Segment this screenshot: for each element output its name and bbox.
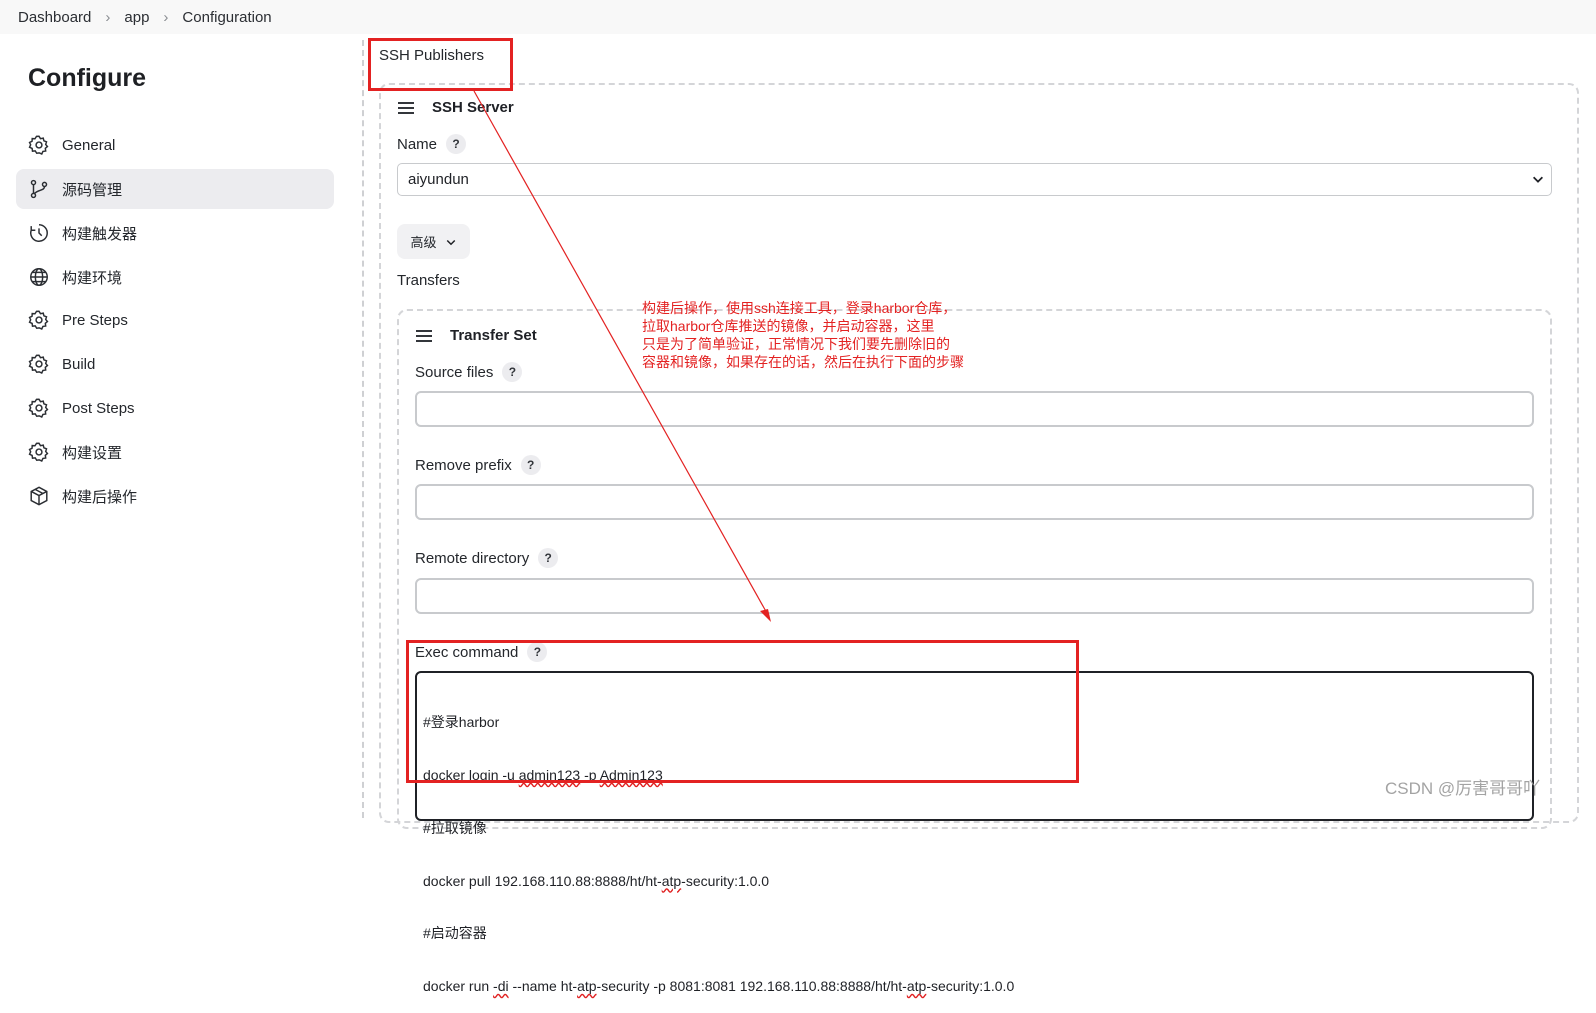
- name-label: Name ?: [397, 134, 467, 154]
- breadcrumb: Dashboard › app › Configuration: [0, 0, 1596, 34]
- remote-directory-input[interactable]: [415, 578, 1534, 614]
- breadcrumb-app[interactable]: app: [124, 9, 149, 26]
- sidebar-item-label: 构建设置: [62, 444, 123, 462]
- sidebar-item-label: Post Steps: [62, 399, 135, 417]
- breadcrumb-dashboard[interactable]: Dashboard: [18, 9, 91, 26]
- help-icon[interactable]: ?: [446, 134, 467, 154]
- sidebar-item-label: 构建环境: [62, 269, 123, 287]
- name-select[interactable]: aiyundun: [397, 163, 1552, 196]
- help-icon[interactable]: ?: [520, 455, 541, 475]
- remote-directory-label: Remote directory ?: [415, 548, 559, 568]
- gear-icon: [28, 397, 50, 419]
- chevron-right-icon: ›: [163, 8, 169, 26]
- source-files-input[interactable]: [415, 391, 1534, 427]
- package-icon: [28, 485, 50, 507]
- sidebar-item-label: 源码管理: [62, 181, 123, 199]
- transfers-label: Transfers: [397, 272, 460, 289]
- sidebar-item-scm[interactable]: 源码管理: [16, 169, 334, 209]
- section-divider: [362, 40, 364, 818]
- ssh-server-title: SSH Server: [432, 99, 514, 116]
- drag-handle-icon[interactable]: [416, 330, 432, 342]
- exec-command-line: #启动容器: [423, 925, 487, 942]
- gear-icon: [28, 441, 50, 463]
- sidebar-item-build-triggers[interactable]: 构建触发器: [16, 213, 334, 253]
- annotation-box-ssh-publishers: [368, 38, 513, 91]
- drag-handle-icon[interactable]: [398, 102, 414, 114]
- sidebar-item-build-settings[interactable]: 构建设置: [16, 432, 334, 472]
- spellcheck-mark: atp: [906, 978, 927, 995]
- sidebar-item-label: Build: [62, 355, 96, 373]
- sidebar-item-label: Pre Steps: [62, 311, 128, 329]
- gear-icon: [28, 309, 50, 331]
- help-icon[interactable]: ?: [538, 548, 559, 568]
- watermark: CSDN @厉害哥哥吖: [1385, 779, 1541, 798]
- remove-prefix-label: Remove prefix ?: [415, 455, 541, 475]
- globe-icon: [28, 266, 50, 288]
- git-branch-icon: [28, 178, 50, 200]
- annotation-box-exec-command: [406, 640, 1079, 783]
- help-icon[interactable]: ?: [502, 362, 523, 382]
- gear-icon: [28, 134, 50, 156]
- sidebar-item-label: 构建后操作: [62, 488, 138, 506]
- sidebar-item-build-environment[interactable]: 构建环境: [16, 257, 334, 297]
- chevron-down-icon: [1533, 176, 1543, 183]
- sidebar-title: Configure: [28, 64, 147, 92]
- sidebar-item-build[interactable]: Build: [16, 344, 334, 384]
- sidebar-item-pre-steps[interactable]: Pre Steps: [16, 300, 334, 340]
- remove-prefix-input[interactable]: [415, 484, 1534, 520]
- sidebar-item-label: 构建触发器: [62, 225, 138, 243]
- annotation-note: 构建后操作，使用ssh连接工具，登录harbor仓库， 拉取harbor仓库推送…: [642, 300, 964, 370]
- chevron-down-icon: [446, 239, 455, 245]
- sidebar-item-general[interactable]: General: [16, 125, 334, 165]
- source-files-label: Source files ?: [415, 362, 523, 382]
- exec-command-line: docker run -di --name ht-atp-security -p…: [423, 978, 1015, 995]
- sidebar-item-post-build-actions[interactable]: 构建后操作: [16, 476, 334, 516]
- clock-icon: [28, 222, 50, 244]
- sidebar-item-post-steps[interactable]: Post Steps: [16, 388, 334, 428]
- breadcrumb-configuration[interactable]: Configuration: [182, 9, 271, 26]
- spellcheck-mark: -di: [493, 978, 509, 995]
- gear-icon: [28, 353, 50, 375]
- chevron-right-icon: ›: [105, 8, 111, 26]
- spellcheck-mark: atp: [577, 978, 597, 995]
- transfer-set-title: Transfer Set: [450, 327, 537, 344]
- spellcheck-mark: atp: [661, 872, 682, 889]
- exec-command-line: #拉取镜像: [423, 819, 487, 836]
- advanced-button[interactable]: 高级: [397, 224, 470, 259]
- sidebar-item-label: General: [62, 136, 116, 154]
- exec-command-line: docker pull 192.168.110.88:8888/ht/ht-at…: [423, 872, 770, 889]
